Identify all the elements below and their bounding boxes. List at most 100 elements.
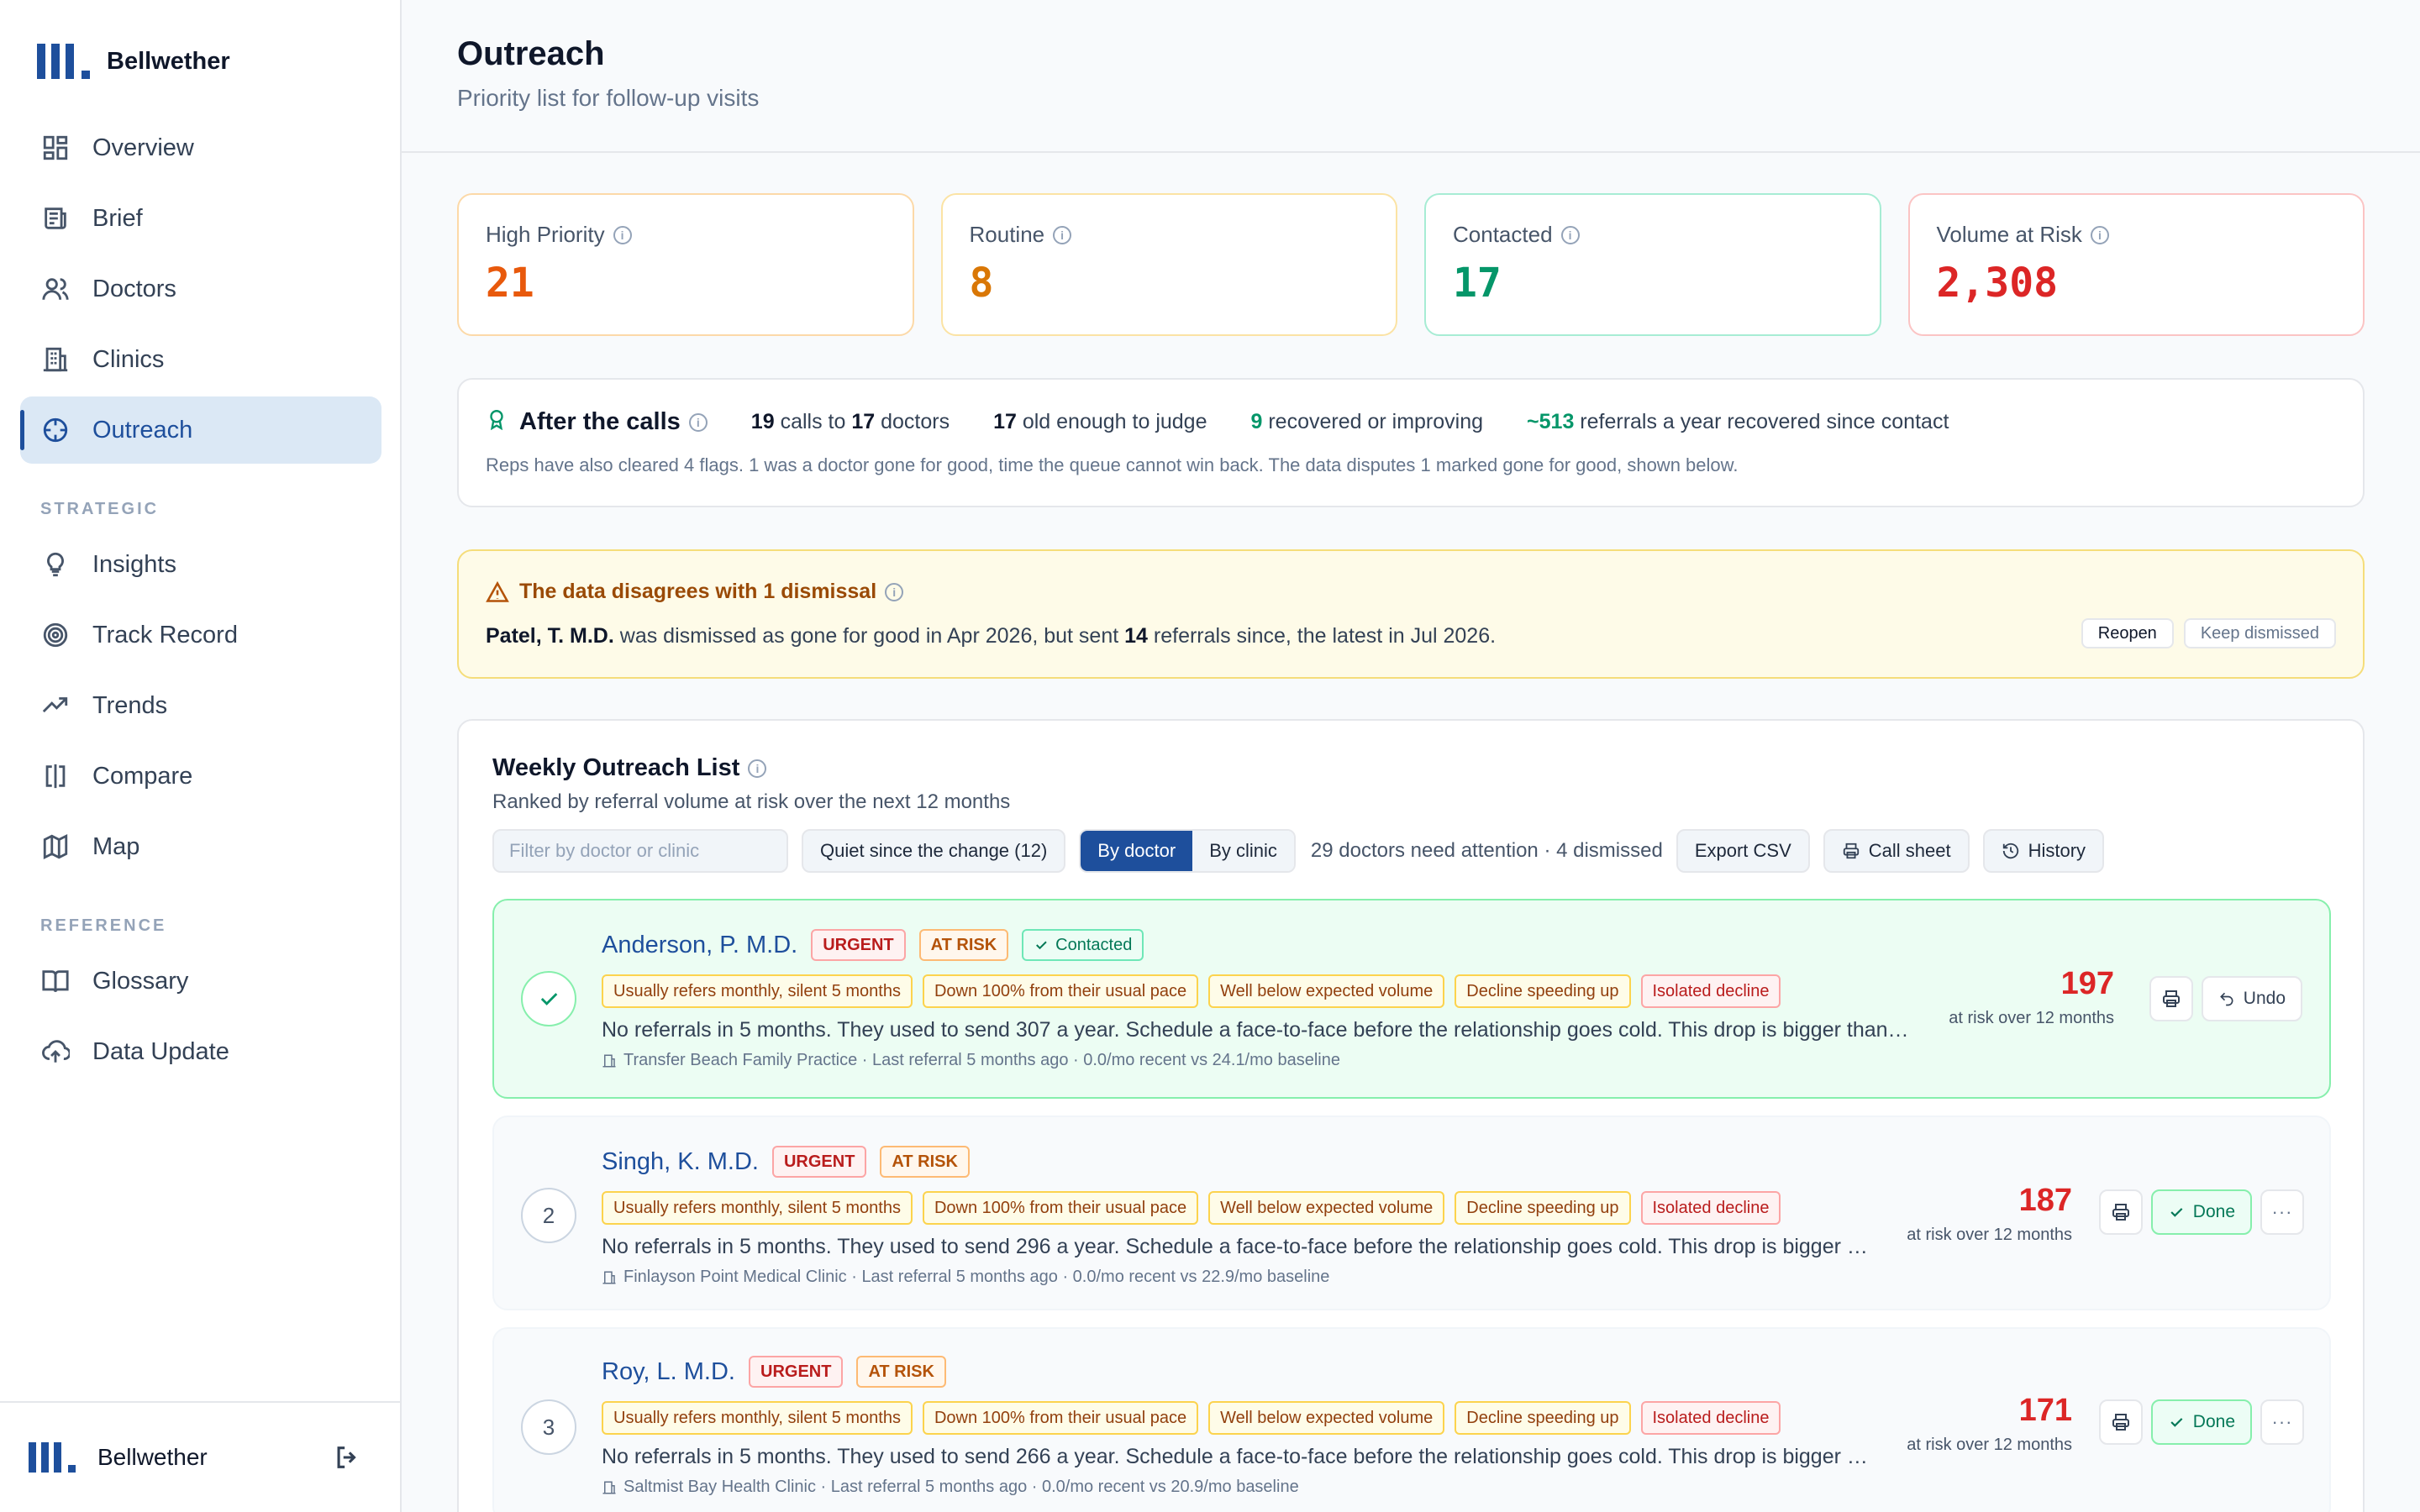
reopen-button[interactable]: Reopen xyxy=(2081,618,2174,648)
page-subtitle: Priority list for follow-up visits xyxy=(457,85,760,111)
undo-button[interactable]: Undo xyxy=(2201,976,2302,1021)
info-icon[interactable]: i xyxy=(748,759,767,778)
print-button[interactable] xyxy=(2098,1399,2143,1445)
print-button[interactable] xyxy=(2149,976,2193,1021)
building-icon xyxy=(602,1054,616,1067)
call-sheet-button[interactable]: Call sheet xyxy=(1823,829,1970,873)
history-button[interactable]: History xyxy=(1982,829,2105,873)
history-icon xyxy=(2002,843,2018,859)
list-toolbar: Quiet since the change (12) By doctor By… xyxy=(492,829,2329,873)
bellwether-logo-icon xyxy=(29,1442,76,1473)
doctor-name-link[interactable]: Roy, L. M.D. xyxy=(602,1358,735,1386)
info-icon[interactable]: i xyxy=(613,225,632,244)
outreach-row[interactable]: Anderson, P. M.D. URGENT AT RISK Contact… xyxy=(492,899,2331,1099)
sidebar-item-doctors[interactable]: Doctors xyxy=(20,255,381,323)
compare-icon xyxy=(40,761,71,791)
at-risk-badge: AT RISK xyxy=(880,1146,970,1178)
book-icon xyxy=(40,966,71,996)
flag-tag: Well below expected volume xyxy=(1208,1191,1445,1225)
print-button[interactable] xyxy=(2098,1189,2143,1235)
quiet-since-change-button[interactable]: Quiet since the change (12) xyxy=(802,829,1066,873)
flag-tag: Isolated decline xyxy=(1640,1401,1781,1435)
sidebar-item-outreach[interactable]: Outreach xyxy=(20,396,381,464)
done-button[interactable]: Done xyxy=(2150,1399,2252,1445)
nav-section-strategic: STRATEGIC xyxy=(40,500,160,518)
sidebar-item-trends[interactable]: Trends xyxy=(20,672,381,739)
filter-input[interactable] xyxy=(492,829,788,873)
more-options-button[interactable]: ··· xyxy=(2260,1189,2304,1235)
info-icon[interactable]: i xyxy=(885,582,904,601)
brand-name: Bellwether xyxy=(107,47,230,75)
sidebar-item-label: Compare xyxy=(92,762,193,790)
info-icon[interactable]: i xyxy=(1560,225,1580,244)
info-icon[interactable]: i xyxy=(688,412,708,432)
kpi-value: 2,308 xyxy=(1936,260,2059,307)
lightbulb-icon xyxy=(40,549,71,580)
flag-tag: Well below expected volume xyxy=(1208,1401,1445,1435)
sidebar-item-label: Overview xyxy=(92,134,194,161)
keep-dismissed-button[interactable]: Keep dismissed xyxy=(2183,618,2336,648)
newspaper-icon xyxy=(40,203,71,234)
printer-icon xyxy=(2112,1414,2129,1431)
weekly-outreach-list: Weekly Outreach List i Ranked by referra… xyxy=(457,719,2365,1512)
rank-check-icon[interactable] xyxy=(521,971,576,1026)
flag-tag: Decline speeding up xyxy=(1455,974,1631,1008)
more-options-button[interactable]: ··· xyxy=(2260,1399,2304,1445)
kpi-value: 8 xyxy=(969,260,994,307)
sidebar-item-overview[interactable]: Overview xyxy=(20,114,381,181)
check-icon xyxy=(2170,1208,2183,1217)
sidebar-footer: Bellwether xyxy=(0,1401,400,1512)
sidebar-item-insights[interactable]: Insights xyxy=(20,531,381,598)
stat-calls: 19 calls to 17 doctors xyxy=(750,410,950,433)
sidebar-item-glossary[interactable]: Glossary xyxy=(20,948,381,1015)
outreach-row[interactable]: 3 Roy, L. M.D. URGENT AT RISK Usually re… xyxy=(492,1327,2331,1512)
sidebar-item-label: Outreach xyxy=(92,416,193,444)
info-icon[interactable]: i xyxy=(1053,225,1072,244)
urgent-badge: URGENT xyxy=(749,1356,844,1388)
rank-number: 2 xyxy=(521,1188,576,1243)
by-clinic-tab[interactable]: By clinic xyxy=(1192,831,1294,871)
kpi-label: Volume at Risk xyxy=(1936,222,2082,247)
printer-icon xyxy=(2162,990,2180,1007)
export-csv-button[interactable]: Export CSV xyxy=(1676,829,1810,873)
sidebar-item-label: Trends xyxy=(92,691,168,719)
bellwether-logo-icon xyxy=(37,44,90,79)
doctor-name-link[interactable]: Singh, K. M.D. xyxy=(602,1148,759,1176)
main-content: Outreach Priority list for follow-up vis… xyxy=(402,0,2420,1512)
doctor-name-link[interactable]: Anderson, P. M.D. xyxy=(602,932,797,959)
kpi-routine[interactable]: Routine i 8 xyxy=(940,193,1397,336)
kpi-contacted[interactable]: Contacted i 17 xyxy=(1424,193,1881,336)
sidebar-item-brief[interactable]: Brief xyxy=(20,185,381,252)
crosshair-icon xyxy=(40,415,71,445)
done-button[interactable]: Done xyxy=(2150,1189,2252,1235)
sidebar-item-clinics[interactable]: Clinics xyxy=(20,326,381,393)
row-meta: Saltmist Bay Health Clinic · Last referr… xyxy=(602,1478,1870,1497)
undo-icon xyxy=(2219,992,2233,1006)
kpi-value: 17 xyxy=(1453,260,1502,307)
outreach-row[interactable]: 2 Singh, K. M.D. URGENT AT RISK Usually … xyxy=(492,1116,2331,1310)
sidebar-item-compare[interactable]: Compare xyxy=(20,743,381,810)
sidebar-item-label: Insights xyxy=(92,550,176,578)
info-icon[interactable]: i xyxy=(2090,225,2109,244)
alert-text: Patel, T. M.D. was dismissed as gone for… xyxy=(486,624,1497,648)
row-description: No referrals in 5 months. They used to s… xyxy=(602,1445,1870,1468)
more-icon: ··· xyxy=(2271,1411,2293,1432)
after-calls-note: Reps have also cleared 4 flags. 1 was a … xyxy=(486,454,1739,475)
sidebar-item-data-update[interactable]: Data Update xyxy=(20,1018,381,1085)
row-description: No referrals in 5 months. They used to s… xyxy=(602,1235,1870,1258)
kpi-value: 21 xyxy=(486,260,534,307)
sidebar-item-label: Clinics xyxy=(92,345,165,373)
by-doctor-tab[interactable]: By doctor xyxy=(1081,831,1193,871)
list-status: 29 doctors need attention · 4 dismissed xyxy=(1310,839,1663,862)
printer-icon xyxy=(1843,843,1859,859)
sidebar-item-map[interactable]: Map xyxy=(20,813,381,880)
footer-brand-name: Bellwether xyxy=(97,1444,208,1470)
at-risk-value: 187 at risk over 12 months xyxy=(1907,1183,2072,1244)
logout-icon[interactable] xyxy=(333,1443,361,1472)
building-icon xyxy=(602,1481,616,1494)
kpi-high-priority[interactable]: High Priority i 21 xyxy=(457,193,914,336)
brand[interactable]: Bellwether xyxy=(37,44,230,79)
flag-tag: Decline speeding up xyxy=(1455,1401,1631,1435)
kpi-volume-at-risk[interactable]: Volume at Risk i 2,308 xyxy=(1907,193,2365,336)
sidebar-item-track-record[interactable]: Track Record xyxy=(20,601,381,669)
